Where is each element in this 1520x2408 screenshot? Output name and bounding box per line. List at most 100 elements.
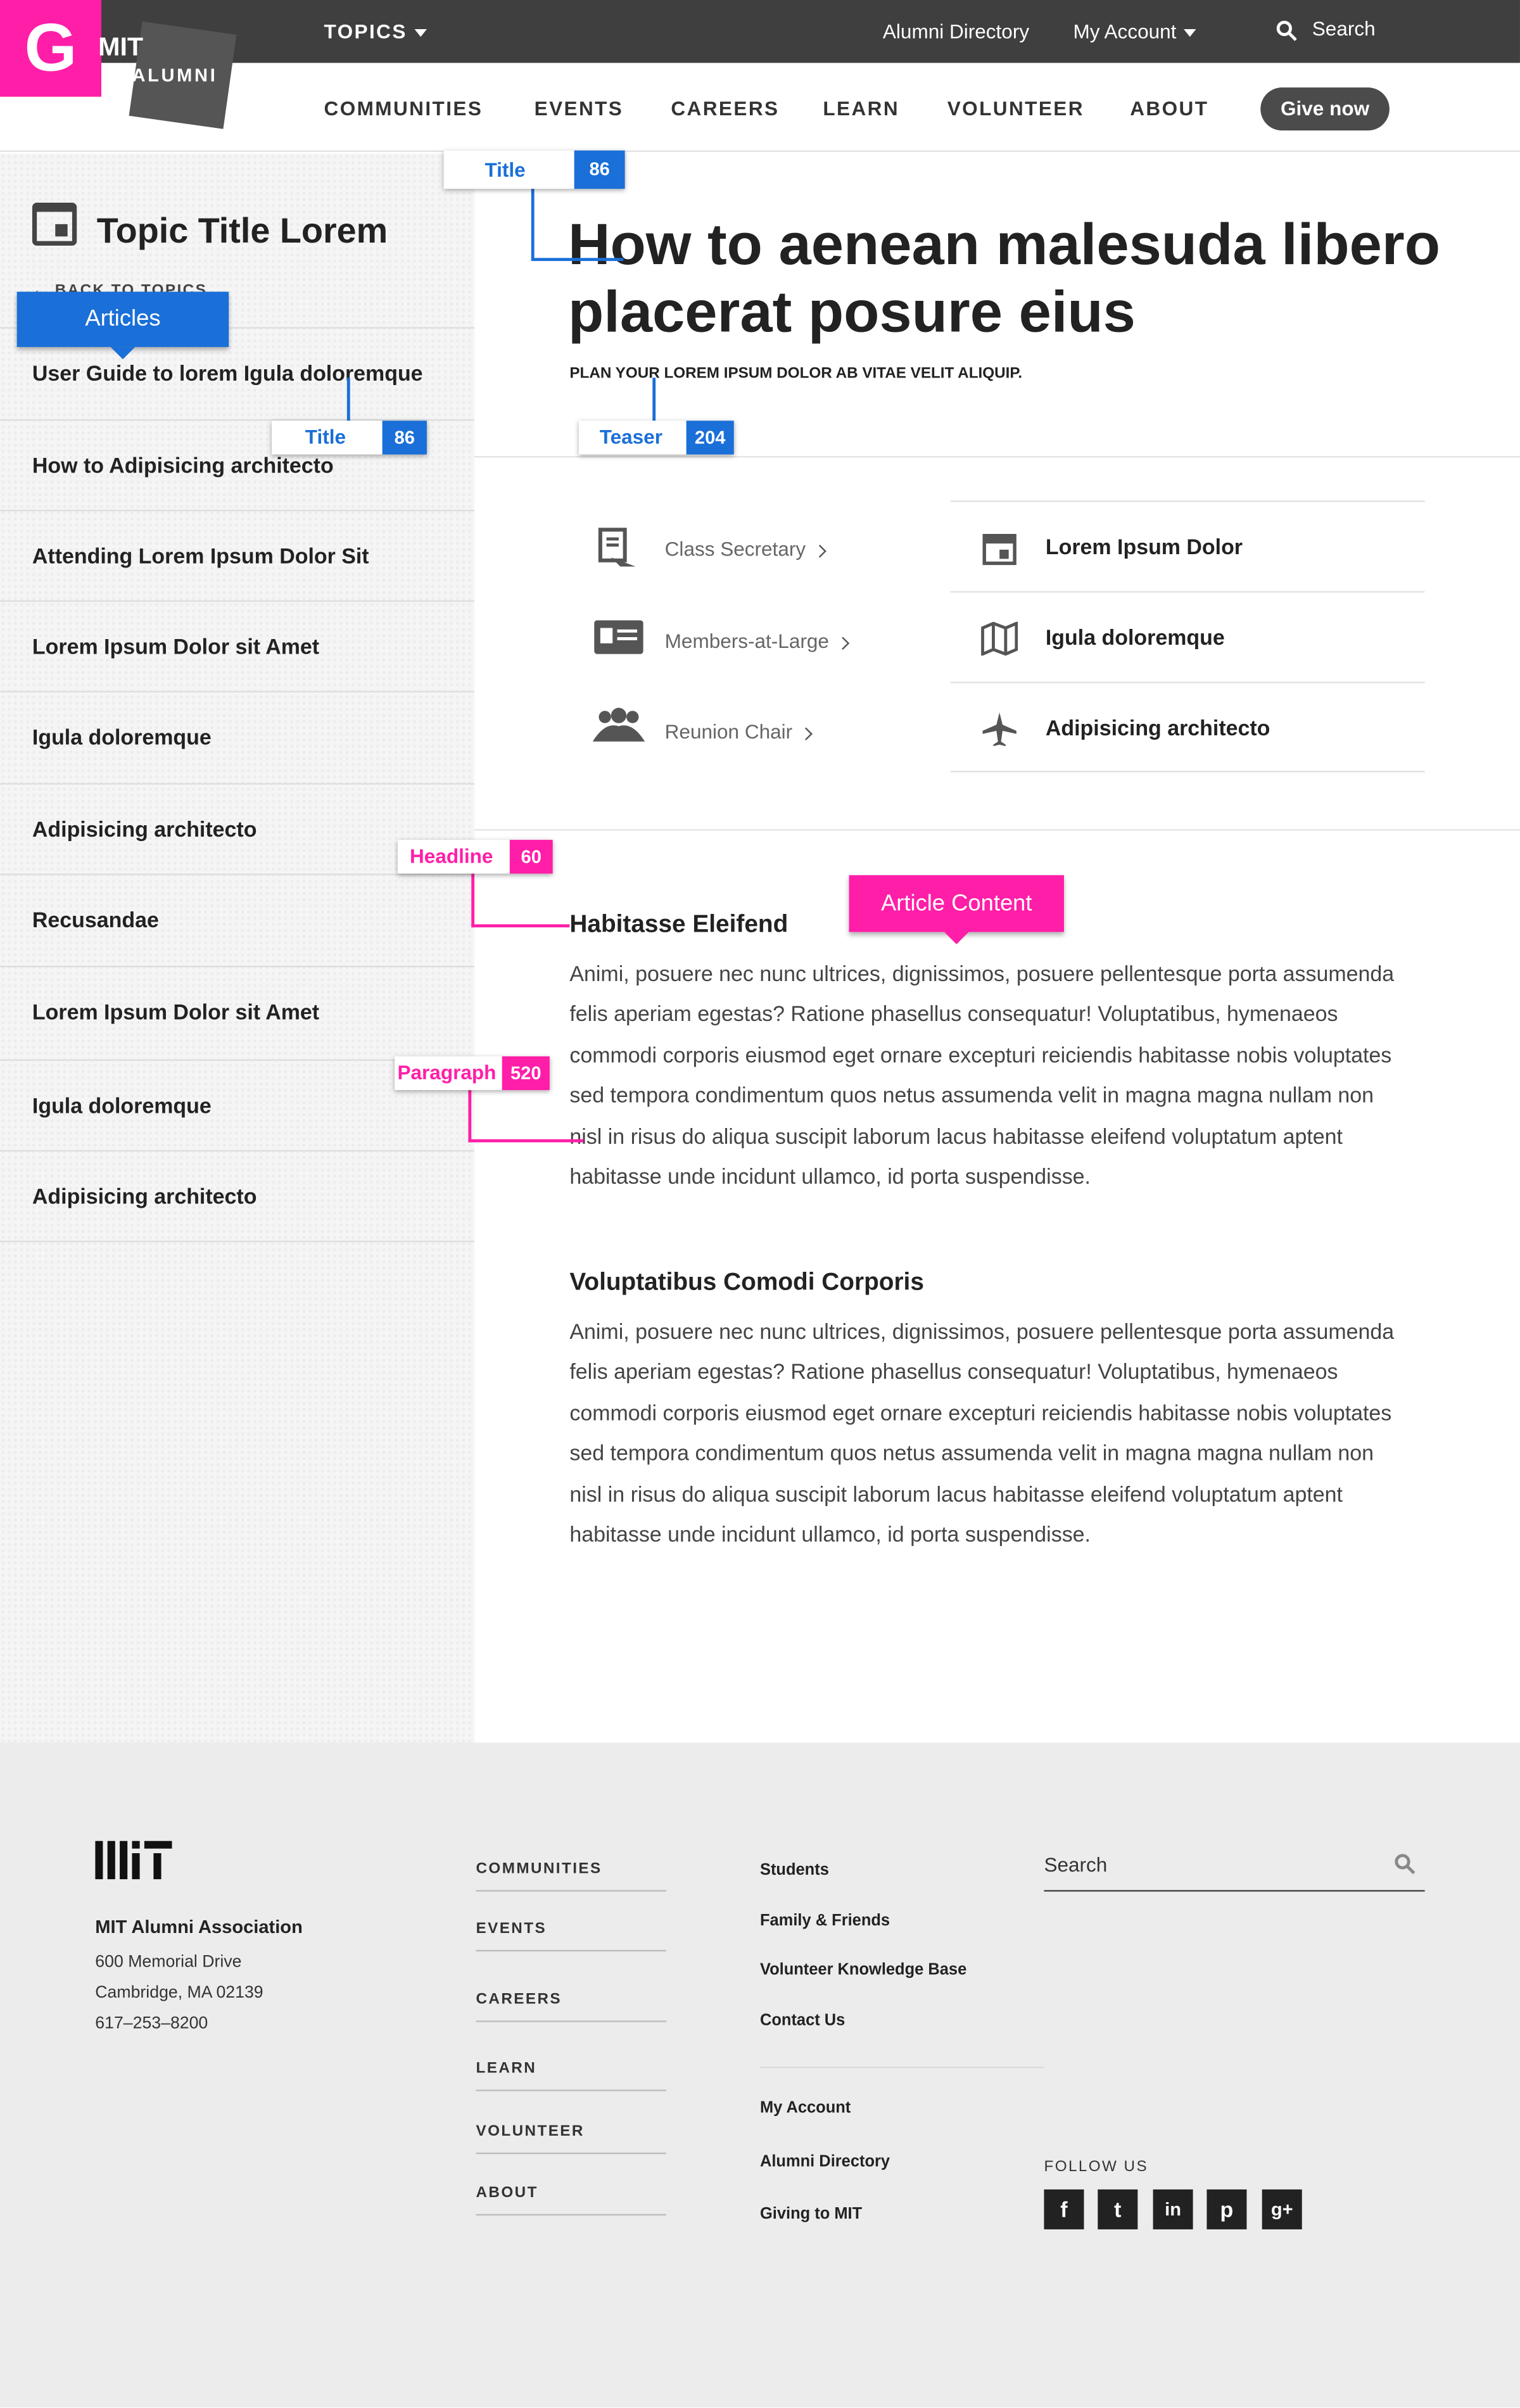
sidebar-article-label: Adipisicing architecto xyxy=(32,1184,257,1208)
nav-about[interactable]: ABOUT xyxy=(1130,97,1208,120)
footer-nav-events[interactable]: EVENTS xyxy=(476,1921,667,1952)
footer-search-placeholder: Search xyxy=(1044,1853,1108,1877)
sidebar-article-item[interactable]: Lorem Ipsum Dolor sit Amet xyxy=(0,600,475,692)
sidebar-article-label: Igula doloremque xyxy=(32,725,212,750)
footer-phone: 617–253–8200 xyxy=(95,2014,208,2033)
footer-link-volunteer-kb[interactable]: Volunteer Knowledge Base xyxy=(760,1961,966,1979)
linkedin-icon[interactable]: in xyxy=(1153,2189,1193,2229)
reunion-chair-link[interactable]: Reunion Chair xyxy=(664,719,813,744)
annotation-tag-headline: Headline 60 xyxy=(397,840,553,874)
mit-logo xyxy=(95,1841,172,1887)
section-headline: Voluptatibus Comodi Corporis xyxy=(569,1269,924,1296)
chevron-down-icon xyxy=(414,29,428,37)
search-icon[interactable] xyxy=(1394,1853,1416,1875)
sidebar-article-label: User Guide to lorem Igula doloremque xyxy=(32,360,423,386)
footer-link-alumni-directory[interactable]: Alumni Directory xyxy=(760,2153,890,2171)
my-account-menu[interactable]: My Account xyxy=(1074,20,1196,43)
topics-menu[interactable]: TOPICS xyxy=(324,20,428,43)
twitter-icon[interactable]: t xyxy=(1098,2189,1138,2229)
footer-nav-learn[interactable]: LEARN xyxy=(476,2060,667,2091)
follow-us-label: FOLLOW US xyxy=(1044,2158,1149,2176)
members-at-large-label: Members-at-Large xyxy=(664,629,829,653)
nav-learn[interactable]: LEARN xyxy=(823,97,899,120)
topic-sidebar: Topic Title Lorem ← BACK TO TOPICS User … xyxy=(0,153,475,1743)
id-card-icon xyxy=(594,620,643,661)
footer-nav-volunteer[interactable]: VOLUNTEER xyxy=(476,2124,667,2155)
footer-address-line1: 600 Memorial Drive xyxy=(95,1953,242,1972)
footer-nav-about[interactable]: ABOUT xyxy=(476,2185,667,2216)
document-hand-icon xyxy=(596,527,639,578)
give-now-button[interactable]: Give now xyxy=(1260,87,1390,131)
google-plus-icon[interactable]: g+ xyxy=(1262,2189,1302,2229)
members-at-large-link[interactable]: Members-at-Large xyxy=(664,629,850,653)
footer-address-line2: Cambridge, MA 02139 xyxy=(95,1984,263,2003)
annotation-count: 60 xyxy=(509,840,553,874)
annotation-line xyxy=(471,871,475,928)
related-link[interactable]: Lorem Ipsum Dolor xyxy=(950,500,1425,591)
sidebar-article-label: Recusandae xyxy=(32,907,159,932)
annotation-line xyxy=(471,924,570,928)
calendar-icon xyxy=(982,534,1016,566)
sidebar-article-item[interactable]: Lorem Ipsum Dolor sit Amet xyxy=(0,965,475,1058)
section-paragraph: Animi, posuere nec nunc ultrices, dignis… xyxy=(569,961,1395,1189)
nav-careers[interactable]: CAREERS xyxy=(671,97,779,120)
search-button[interactable]: Search xyxy=(1276,17,1376,41)
sidebar-title: Topic Title Lorem xyxy=(96,210,388,251)
related-link[interactable]: Adipisicing architecto xyxy=(950,681,1425,773)
logo-mit-text: MIT xyxy=(98,32,144,61)
footer-link-giving[interactable]: Giving to MIT xyxy=(760,2205,862,2223)
annotation-label: Paragraph xyxy=(397,1061,497,1084)
section-headline: Habitasse Eleifend xyxy=(569,911,788,939)
sidebar-article-item[interactable]: Igula doloremque xyxy=(0,690,475,783)
divider xyxy=(759,2066,1044,2069)
chevron-right-icon xyxy=(799,726,813,740)
annotation-line xyxy=(468,1139,584,1143)
annotation-line xyxy=(468,1088,472,1143)
class-secretary-link[interactable]: Class Secretary xyxy=(664,537,826,561)
annotation-tag-paragraph: Paragraph 520 xyxy=(395,1056,550,1091)
annotation-label: Headline xyxy=(410,844,493,868)
footer-nav-careers[interactable]: CAREERS xyxy=(476,1991,667,2022)
footer-link-family-friends[interactable]: Family & Friends xyxy=(760,1911,890,1930)
facebook-icon[interactable]: f xyxy=(1044,2189,1084,2229)
group-icon xyxy=(592,707,645,749)
articles-callout: Articles xyxy=(16,291,229,360)
pinterest-icon[interactable]: p xyxy=(1206,2189,1247,2229)
related-link-label: Lorem Ipsum Dolor xyxy=(1045,534,1243,559)
my-account-label: My Account xyxy=(1073,20,1177,43)
annotation-tag-title: Title 86 xyxy=(272,421,427,455)
airplane-icon xyxy=(982,712,1016,747)
annotation-label: Title xyxy=(484,158,526,182)
logo-alumni-text: ALUMNI xyxy=(132,64,218,86)
sidebar-article-item[interactable]: Adipisicing architecto xyxy=(0,1150,475,1243)
footer-nav-communities[interactable]: COMMUNITIES xyxy=(476,1861,667,1892)
nav-communities[interactable]: COMMUNITIES xyxy=(324,97,483,120)
nav-volunteer[interactable]: VOLUNTEER xyxy=(947,97,1084,120)
annotation-count: 86 xyxy=(574,150,625,189)
annotation-label: Title xyxy=(305,425,346,448)
sidebar-article-label: Attending Lorem Ipsum Dolor Sit xyxy=(32,543,369,568)
annotation-tag-teaser: Teaser 204 xyxy=(578,421,734,455)
class-secretary-label: Class Secretary xyxy=(664,537,806,561)
nav-events[interactable]: EVENTS xyxy=(535,97,624,120)
footer-link-students[interactable]: Students xyxy=(760,1861,829,1879)
footer-search-field[interactable]: Search xyxy=(1044,1842,1425,1892)
alumni-directory-link[interactable]: Alumni Directory xyxy=(883,20,1029,43)
search-label: Search xyxy=(1312,16,1376,41)
calendar-icon xyxy=(32,202,77,246)
chevron-down-icon xyxy=(1184,29,1196,37)
page-scaled-canvas: TOPICS Alumni Directory My Account Searc… xyxy=(0,0,1520,2408)
section-paragraph: Animi, posuere nec nunc ultrices, dignis… xyxy=(569,1319,1395,1547)
annotation-count: 204 xyxy=(686,421,734,455)
related-link[interactable]: Igula doloremque xyxy=(950,591,1425,681)
chevron-right-icon xyxy=(836,636,850,649)
related-link-label: Igula doloremque xyxy=(1045,624,1225,650)
footer-link-my-account[interactable]: My Account xyxy=(760,2099,851,2117)
reunion-chair-label: Reunion Chair xyxy=(664,719,793,744)
sidebar-article-item[interactable]: Attending Lorem Ipsum Dolor Sit xyxy=(0,509,475,602)
annotation-line xyxy=(652,377,656,421)
sidebar-article-item[interactable]: Recusandae xyxy=(0,873,475,965)
footer-link-contact-us[interactable]: Contact Us xyxy=(760,2012,845,2030)
page-teaser: PLAN YOUR LOREM IPSUM DOLOR AB VITAE VEL… xyxy=(569,365,1023,383)
annotation-count: 86 xyxy=(382,421,427,455)
